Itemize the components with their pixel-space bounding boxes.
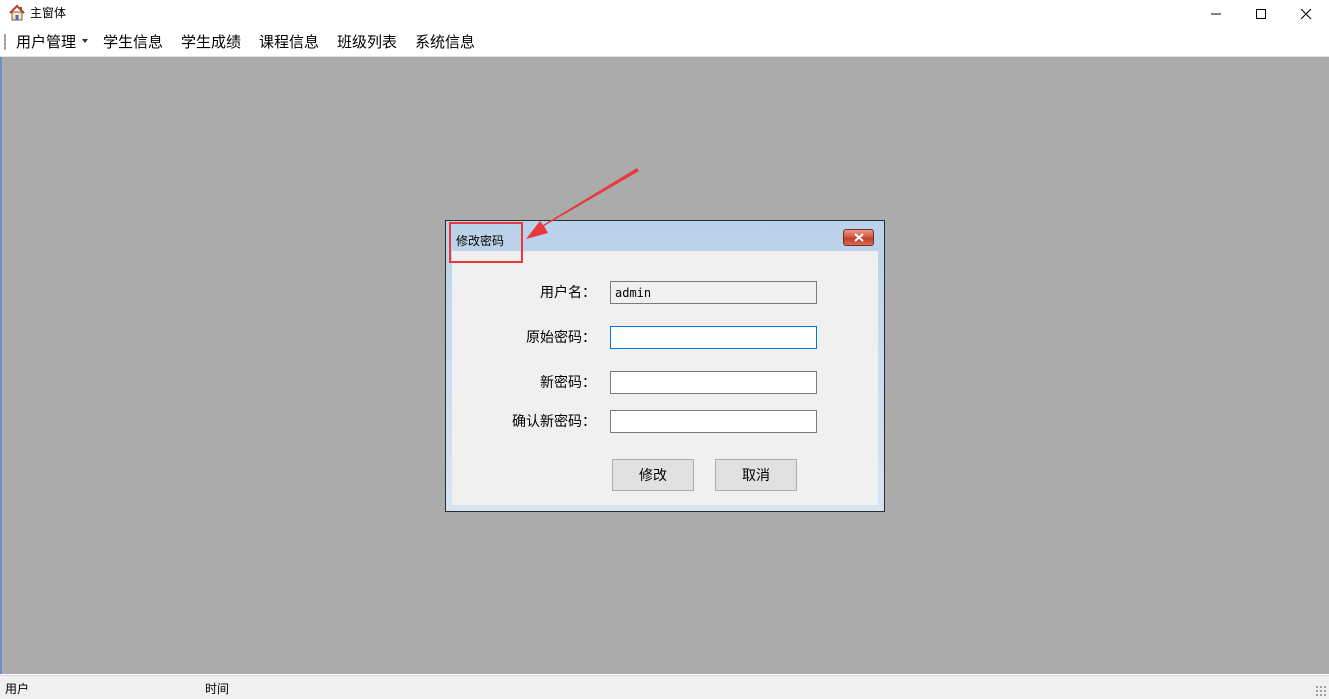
menu-course-info[interactable]: 课程信息 (259, 31, 319, 53)
cancel-button[interactable]: 取消 (715, 459, 797, 491)
annotation-arrow-icon (526, 168, 639, 239)
menu-system-info[interactable]: 系统信息 (415, 31, 475, 53)
menu-bar: 用户管理 学生信息 学生成绩 课程信息 班级列表 系统信息 (0, 27, 1329, 57)
menu-user-management[interactable]: 用户管理 (16, 31, 89, 53)
username-label: 用户名： (540, 285, 596, 301)
menu-student-scores[interactable]: 学生成绩 (181, 31, 241, 53)
close-icon (853, 233, 864, 242)
main-window: 主窗体 用户管理 学生信息 学生成绩 课程信息 班级列表 系统信息 修改密码 用… (0, 0, 1329, 699)
status-bar: 用户 时间 (0, 675, 1329, 699)
menu-user-management-label: 用户管理 (16, 33, 77, 51)
menu-class-list[interactable]: 班级列表 (337, 31, 397, 53)
close-icon (1300, 8, 1312, 19)
maximize-icon (1256, 8, 1266, 19)
old-password-field[interactable] (610, 326, 817, 349)
menu-grip (4, 34, 6, 50)
house-icon (9, 4, 25, 21)
dropdown-caret-icon (82, 38, 89, 43)
title-bar: 主窗体 (0, 0, 1329, 27)
old-password-label: 原始密码： (526, 330, 596, 346)
modify-button[interactable]: 修改 (612, 459, 694, 491)
new-password-field[interactable] (610, 371, 817, 394)
confirm-password-field[interactable] (610, 410, 817, 433)
minimize-button[interactable] (1193, 0, 1239, 27)
confirm-password-label: 确认新密码： (512, 414, 596, 430)
annotation-highlight-box (449, 222, 523, 263)
new-password-label: 新密码： (540, 375, 596, 391)
status-time-label: 时间 (205, 682, 230, 696)
minimize-icon (1211, 13, 1221, 14)
resize-grip-icon[interactable] (1315, 685, 1327, 697)
username-field[interactable] (610, 281, 817, 304)
close-button[interactable] (1283, 0, 1329, 27)
dialog-close-button[interactable] (843, 229, 874, 246)
maximize-button[interactable] (1238, 0, 1284, 27)
menu-student-info[interactable]: 学生信息 (103, 31, 163, 53)
status-user-label: 用户 (5, 682, 30, 696)
window-title: 主窗体 (30, 6, 67, 20)
